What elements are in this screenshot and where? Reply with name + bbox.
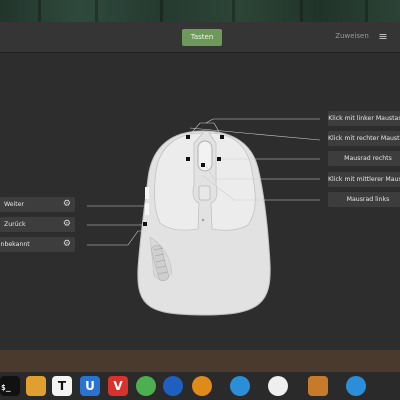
unknown-assignment[interactable]: Unbekannt ⚙ — [0, 237, 75, 252]
terminal-icon[interactable]: $_ — [0, 376, 20, 396]
tab-buttons[interactable]: Tasten — [182, 29, 222, 46]
main-content: Klick mit linker Maustaste Klick mit rec… — [0, 53, 400, 350]
forward-label: Weiter — [4, 201, 25, 208]
sync-icon[interactable] — [230, 376, 250, 396]
back-label: Zurück — [4, 221, 26, 228]
tab-assign[interactable]: Zuweisen — [330, 32, 374, 40]
forward-assignment[interactable]: Weiter ⚙ — [0, 197, 75, 212]
gear-icon[interactable]: ⚙ — [63, 217, 71, 232]
vivaldi-icon[interactable]: V — [108, 376, 128, 396]
back-assignment[interactable]: Zurück ⚙ — [0, 217, 75, 232]
gear-icon[interactable]: ⚙ — [63, 197, 71, 212]
green-app-icon[interactable] — [136, 376, 156, 396]
uget-icon[interactable]: U — [80, 376, 100, 396]
typora-icon[interactable]: T — [52, 376, 72, 396]
sun-app-icon[interactable] — [192, 376, 212, 396]
gear-icon[interactable]: ⚙ — [63, 237, 71, 252]
wheel-left-assignment[interactable]: Mausrad links — [328, 192, 400, 207]
disc-icon[interactable] — [268, 376, 288, 396]
files-icon[interactable] — [26, 376, 46, 396]
archive-icon[interactable] — [308, 376, 328, 396]
menu-icon[interactable]: ≡ — [376, 29, 390, 45]
forward-side-button[interactable] — [145, 187, 149, 199]
mode-button[interactable] — [198, 185, 211, 201]
app-window: Tasten Zuweisen ≡ Klick mit linker Maust… — [0, 22, 400, 350]
back-side-button[interactable] — [145, 203, 149, 215]
blue-globe-icon[interactable] — [163, 376, 183, 396]
sync-alt-icon[interactable] — [346, 376, 366, 396]
left-click-assignment[interactable]: Klick mit linker Maustaste — [328, 111, 400, 126]
unknown-label: Unbekannt — [0, 241, 30, 248]
sensor-dot — [201, 218, 205, 222]
wheel-right-assignment[interactable]: Mausrad rechts — [328, 151, 400, 166]
dock: $_ T U V — [0, 350, 400, 400]
right-click-assignment[interactable]: Klick mit rechter Maustaste — [328, 131, 400, 146]
header-bar: Tasten Zuweisen ≡ — [0, 22, 400, 53]
middle-click-assignment[interactable]: Klick mit mittlerer Maustaste — [328, 172, 400, 187]
